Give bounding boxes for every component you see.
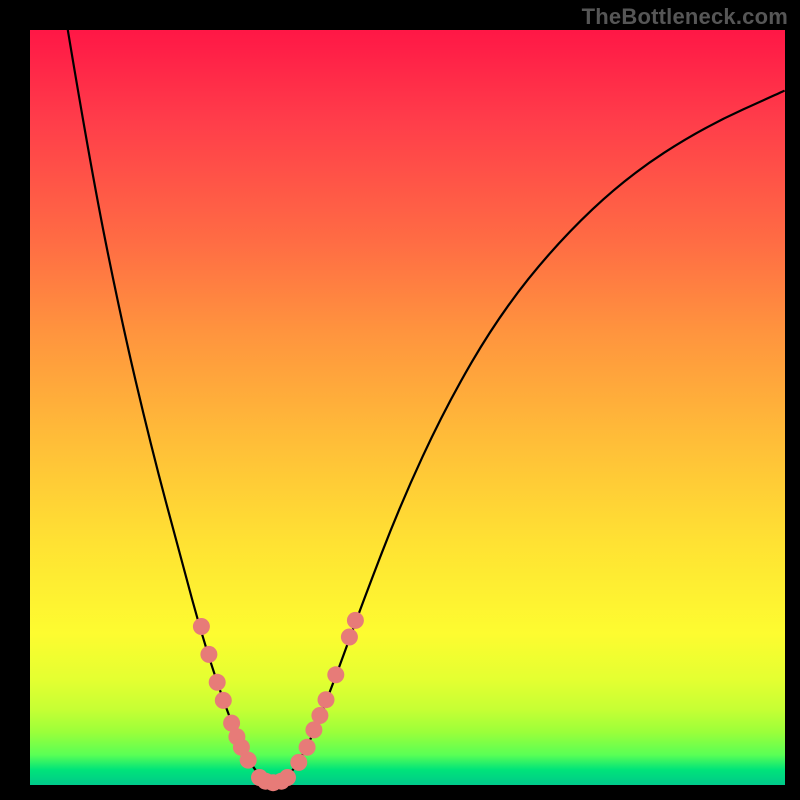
data-point [299,739,316,756]
plot-area [30,30,785,785]
data-point [279,769,296,786]
data-markers [193,612,364,791]
data-point [318,691,335,708]
data-point [209,674,226,691]
data-point [215,692,232,709]
data-point [327,666,344,683]
bottleneck-curve [68,30,785,781]
data-point [200,646,217,663]
data-point [311,707,328,724]
data-point [240,752,257,769]
data-point [341,629,358,646]
data-point [347,612,364,629]
chart-svg [30,30,785,785]
watermark-text: TheBottleneck.com [582,4,788,30]
chart-frame: TheBottleneck.com [0,0,800,800]
data-point [193,618,210,635]
data-point [290,754,307,771]
